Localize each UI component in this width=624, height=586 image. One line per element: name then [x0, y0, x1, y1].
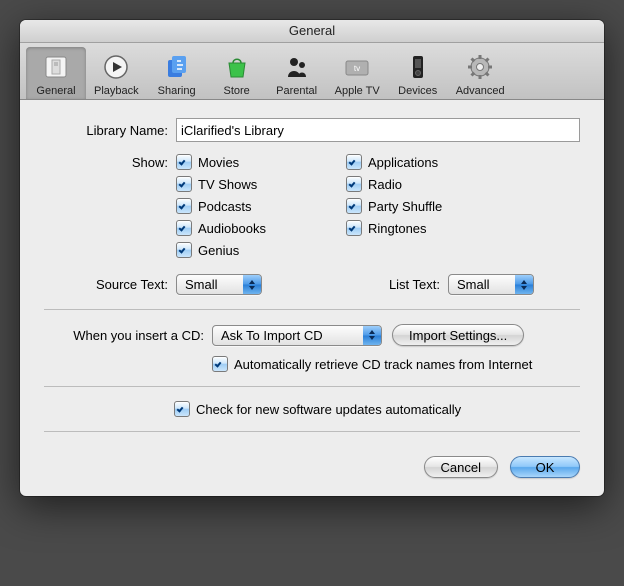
divider [44, 431, 580, 432]
checkbox-check-updates[interactable]: Check for new software updates automatic… [174, 401, 461, 417]
checkbox-movies[interactable]: Movies [176, 154, 346, 170]
divider [44, 309, 580, 310]
source-text-label: Source Text: [44, 277, 176, 292]
checkbox-radio[interactable]: Radio [346, 176, 516, 192]
checkbox-genius[interactable]: Genius [176, 242, 346, 258]
checkbox-auto-retrieve[interactable]: Automatically retrieve CD track names fr… [212, 356, 532, 372]
divider [44, 386, 580, 387]
check-icon [176, 176, 192, 192]
check-icon [346, 176, 362, 192]
tab-parental-label: Parental [276, 85, 317, 97]
list-text-select[interactable]: Small [448, 274, 534, 295]
checkbox-label: Party Shuffle [368, 199, 442, 214]
store-icon [221, 51, 253, 83]
tab-store[interactable]: Store [207, 47, 267, 99]
tab-sharing[interactable]: Sharing [147, 47, 207, 99]
check-icon [176, 220, 192, 236]
tab-advanced-label: Advanced [456, 85, 505, 97]
footer-buttons: Cancel OK [44, 446, 580, 478]
checkbox-applications[interactable]: Applications [346, 154, 516, 170]
ok-button[interactable]: OK [510, 456, 580, 478]
tab-playback[interactable]: Playback [86, 47, 147, 99]
checkbox-label: Movies [198, 155, 239, 170]
cd-insert-label: When you insert a CD: [44, 328, 212, 343]
cd-action-select[interactable]: Ask To Import CD [212, 325, 382, 346]
show-column-right: Applications Radio Party Shuffle Rington… [346, 154, 516, 258]
check-icon [176, 198, 192, 214]
appletv-icon: tv [341, 51, 373, 83]
checkbox-label: Automatically retrieve CD track names fr… [234, 357, 532, 372]
window-title: General [289, 23, 335, 38]
general-icon [40, 51, 72, 83]
source-text-select[interactable]: Small [176, 274, 262, 295]
tab-appletv[interactable]: tv Apple TV [327, 47, 388, 99]
checkbox-label: Audiobooks [198, 221, 266, 236]
checkbox-ringtones[interactable]: Ringtones [346, 220, 516, 236]
tab-parental[interactable]: Parental [267, 47, 327, 99]
show-label: Show: [44, 154, 176, 170]
checkbox-label: TV Shows [198, 177, 257, 192]
checkbox-label: Ringtones [368, 221, 427, 236]
play-icon [100, 51, 132, 83]
show-column-left: Movies TV Shows Podcasts Audiobooks Geni… [176, 154, 346, 258]
checkbox-audiobooks[interactable]: Audiobooks [176, 220, 346, 236]
check-icon [174, 401, 190, 417]
content-pane: Library Name: Show: Movies TV Shows Podc… [20, 100, 604, 496]
check-icon [346, 220, 362, 236]
tab-appletv-label: Apple TV [335, 85, 380, 97]
checkbox-podcasts[interactable]: Podcasts [176, 198, 346, 214]
tab-general-label: General [36, 85, 75, 97]
check-icon [176, 154, 192, 170]
checkbox-label: Check for new software updates automatic… [196, 402, 461, 417]
preferences-toolbar: General Playback Sharing Store Parental [20, 43, 604, 100]
check-icon [346, 198, 362, 214]
checkbox-party-shuffle[interactable]: Party Shuffle [346, 198, 516, 214]
checkbox-label: Applications [368, 155, 438, 170]
parental-icon [281, 51, 313, 83]
check-icon [176, 242, 192, 258]
library-name-input[interactable] [176, 118, 580, 142]
tab-devices[interactable]: Devices [388, 47, 448, 99]
checkbox-label: Genius [198, 243, 239, 258]
tab-devices-label: Devices [398, 85, 437, 97]
check-icon [346, 154, 362, 170]
svg-text:tv: tv [354, 64, 360, 73]
tab-general[interactable]: General [26, 47, 86, 99]
preferences-window: General General Playback Sharing Store [20, 20, 604, 496]
gear-icon [464, 51, 496, 83]
sharing-icon [161, 51, 193, 83]
tab-advanced[interactable]: Advanced [448, 47, 513, 99]
library-name-label: Library Name: [44, 123, 176, 138]
checkbox-label: Radio [368, 177, 402, 192]
checkbox-tvshows[interactable]: TV Shows [176, 176, 346, 192]
cancel-button[interactable]: Cancel [424, 456, 498, 478]
list-text-label: List Text: [370, 277, 448, 292]
tab-sharing-label: Sharing [158, 85, 196, 97]
import-settings-button[interactable]: Import Settings... [392, 324, 524, 346]
devices-icon [402, 51, 434, 83]
tab-playback-label: Playback [94, 85, 139, 97]
titlebar: General [20, 20, 604, 43]
tab-store-label: Store [223, 85, 249, 97]
checkbox-label: Podcasts [198, 199, 251, 214]
check-icon [212, 356, 228, 372]
